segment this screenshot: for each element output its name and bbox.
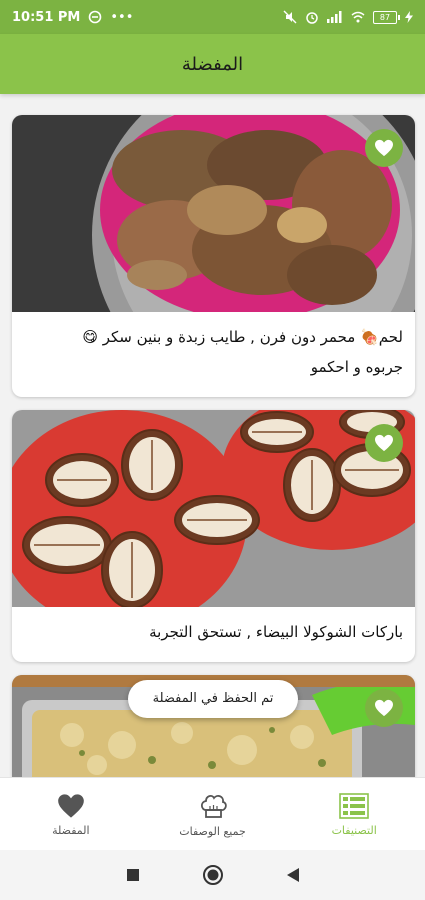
- mute-icon: [283, 10, 297, 24]
- list-icon: [339, 792, 369, 819]
- recipe-image-meat: [12, 115, 415, 312]
- alarm-icon: [306, 12, 318, 24]
- recipe-photo[interactable]: [12, 115, 415, 312]
- nav-item-categories[interactable]: التصنيفات: [283, 778, 425, 851]
- recipe-title-line: لحم🍖 محمر دون فرن , طايب زبدة و بنين سكر…: [82, 328, 403, 346]
- charging-icon: [405, 11, 413, 23]
- nav-label: المفضلة: [52, 823, 90, 837]
- nav-label: التصنيفات: [331, 823, 377, 837]
- recipe-image-chocolate-bars: [12, 410, 415, 607]
- more-notifications-icon: •••: [110, 9, 134, 25]
- recipe-title-line: جربوه و احكمو: [310, 358, 403, 376]
- bottom-navigation: المفضلة جميع الوصفات التصنيفات: [0, 777, 425, 851]
- nav-label: جميع الوصفات: [179, 824, 246, 838]
- battery-icon: 87: [373, 10, 400, 24]
- favorite-button[interactable]: [365, 689, 403, 727]
- favorite-button[interactable]: [365, 129, 403, 167]
- nav-item-all-recipes[interactable]: جميع الوصفات: [142, 778, 284, 851]
- status-bar: 10:51 PM ••• 87: [0, 0, 425, 34]
- signal-icon: [327, 11, 342, 23]
- recipe-card[interactable]: باركات الشوكولا البيضاء , تستحق التجربة: [12, 410, 415, 662]
- heart-icon: [375, 699, 393, 717]
- chef-hat-icon: [200, 794, 227, 818]
- system-navigation-bar: [0, 850, 425, 900]
- nav-item-favorites[interactable]: المفضلة: [0, 778, 142, 851]
- page-title: المفضلة: [181, 53, 244, 75]
- heart-icon: [375, 139, 393, 157]
- wifi-icon: [351, 11, 365, 23]
- saved-toast: تم الحفظ في المفضلة: [128, 680, 298, 718]
- home-icon[interactable]: [202, 864, 224, 886]
- back-icon[interactable]: [286, 867, 300, 883]
- favorite-button[interactable]: [365, 424, 403, 462]
- heart-icon: [375, 434, 393, 452]
- recipe-title-line: باركات الشوكولا البيضاء , تستحق التجربة: [149, 623, 403, 641]
- recipe-card[interactable]: لحم🍖 محمر دون فرن , طايب زبدة و بنين سكر…: [12, 115, 415, 397]
- recipe-photo[interactable]: [12, 410, 415, 607]
- heart-icon: [57, 793, 84, 818]
- recents-icon[interactable]: [126, 868, 140, 882]
- notification-icon: [89, 10, 102, 24]
- recipe-caption[interactable]: باركات الشوكولا البيضاء , تستحق التجربة: [12, 607, 415, 647]
- recipe-caption[interactable]: لحم🍖 محمر دون فرن , طايب زبدة و بنين سكر…: [12, 312, 415, 382]
- status-time: 10:51 PM: [12, 9, 81, 25]
- app-bar: المفضلة: [0, 34, 425, 94]
